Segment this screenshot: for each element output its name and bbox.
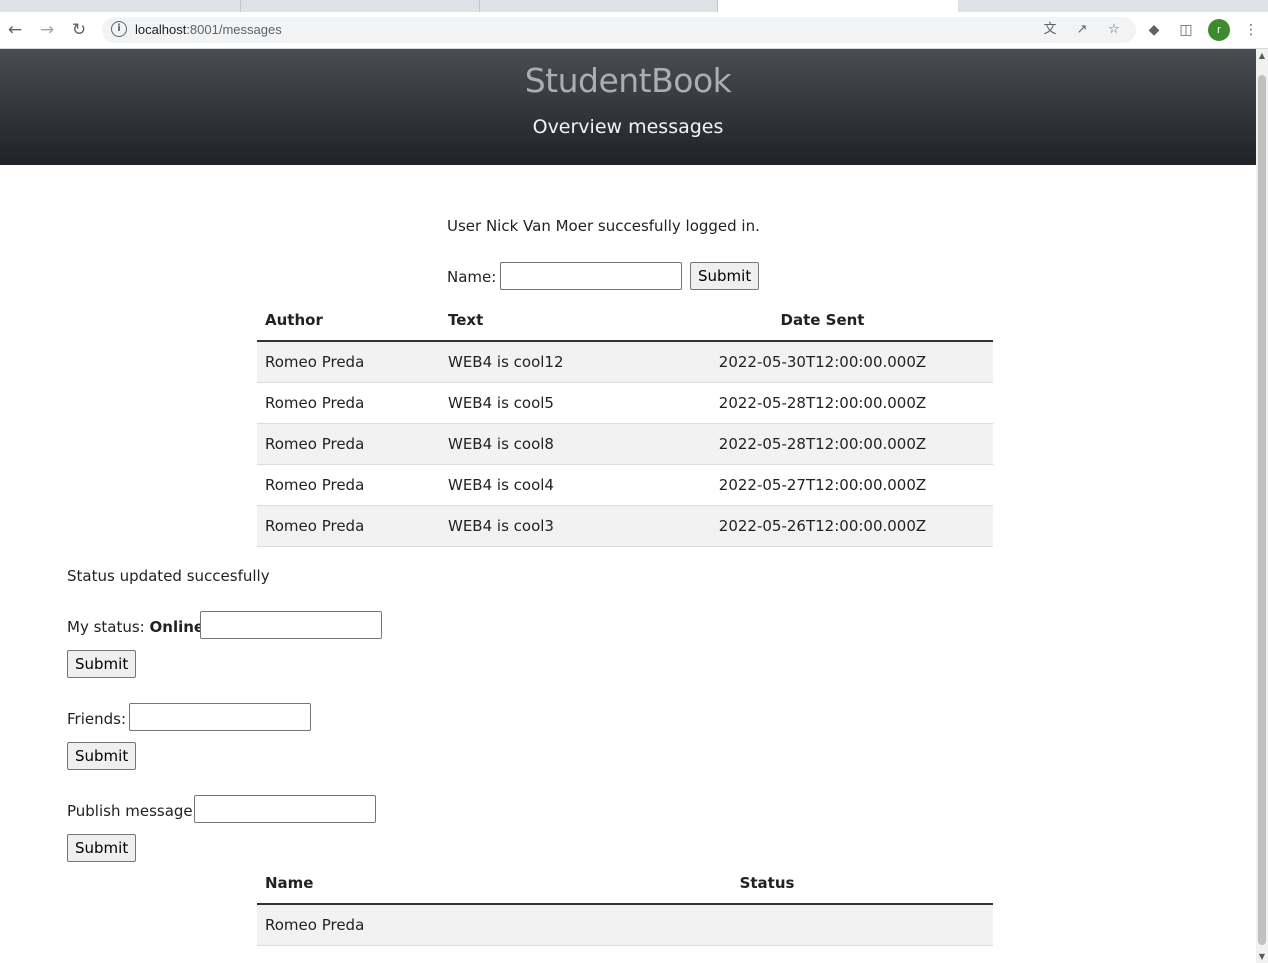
cell-text: WEB4 is cool3 bbox=[440, 505, 652, 547]
site-title: StudentBook bbox=[524, 61, 732, 100]
column-header-text: Text bbox=[440, 300, 652, 342]
info-icon[interactable]: i bbox=[111, 21, 127, 37]
friends-label: Friends: bbox=[67, 710, 126, 728]
login-message: User Nick Van Moer succesfully logged in… bbox=[447, 217, 760, 235]
cell-date: 2022-05-30T12:00:00.000Z bbox=[652, 341, 993, 383]
browser-tab[interactable] bbox=[0, 0, 241, 12]
reload-icon[interactable]: ↻ bbox=[67, 18, 91, 42]
friends-input[interactable] bbox=[129, 703, 311, 731]
table-row: Romeo Preda WEB4 is cool3 2022-05-26T12:… bbox=[257, 505, 993, 547]
browser-tab[interactable] bbox=[959, 0, 1268, 12]
status-label-group: My status: Online bbox=[67, 618, 204, 636]
name-input[interactable] bbox=[500, 262, 682, 290]
cell-date: 2022-05-26T12:00:00.000Z bbox=[652, 505, 993, 547]
scroll-thumb[interactable] bbox=[1258, 75, 1266, 945]
url-host: localhost bbox=[135, 22, 187, 37]
publish-submit-button[interactable]: Submit bbox=[67, 834, 137, 862]
url-text[interactable]: localhost:8001/messages bbox=[135, 22, 282, 37]
cell-text: WEB4 is cool5 bbox=[440, 382, 652, 424]
browser-tab[interactable] bbox=[241, 0, 480, 12]
cell-date: 2022-05-27T12:00:00.000Z bbox=[652, 464, 993, 506]
cell-author: Romeo Preda bbox=[257, 464, 440, 506]
name-label: Name: bbox=[447, 268, 497, 286]
cell-author: Romeo Preda bbox=[257, 423, 440, 465]
status-input[interactable] bbox=[200, 611, 382, 639]
back-arrow-icon[interactable]: ← bbox=[3, 18, 27, 42]
page-scrollbar[interactable]: ▲ ▼ bbox=[1256, 49, 1268, 963]
cell-author: Romeo Preda bbox=[257, 505, 440, 547]
page-content: StudentBook Overview messages User Nick … bbox=[0, 49, 1256, 963]
cell-author: Romeo Preda bbox=[257, 382, 440, 424]
browser-tab[interactable] bbox=[480, 0, 718, 12]
table-row: Romeo Preda WEB4 is cool4 2022-05-27T12:… bbox=[257, 464, 993, 506]
cell-name: Romeo Preda bbox=[257, 904, 653, 946]
table-row: Romeo Preda WEB4 is cool8 2022-05-28T12:… bbox=[257, 423, 993, 465]
share-icon[interactable]: ↗ bbox=[1074, 22, 1090, 38]
status-submit-button[interactable]: Submit bbox=[67, 650, 137, 678]
cell-text: WEB4 is cool12 bbox=[440, 341, 652, 383]
column-header-name: Name bbox=[257, 863, 653, 905]
column-header-status: Status bbox=[653, 863, 993, 905]
publish-label: Publish message: bbox=[67, 802, 198, 820]
address-bar[interactable]: i localhost:8001/messages 文 ↗ ☆ bbox=[102, 17, 1136, 43]
current-status-value: Online bbox=[149, 618, 205, 636]
site-header: StudentBook Overview messages bbox=[0, 49, 1256, 165]
friends-submit-button[interactable]: Submit bbox=[67, 742, 137, 770]
side-panel-icon[interactable]: ◫ bbox=[1177, 21, 1195, 39]
scroll-up-arrow-icon[interactable]: ▲ bbox=[1256, 51, 1268, 60]
cell-author: Romeo Preda bbox=[257, 341, 440, 383]
table-row: Romeo Preda WEB4 is cool12 2022-05-30T12… bbox=[257, 341, 993, 383]
page-subtitle: Overview messages bbox=[532, 116, 724, 138]
table-header-row: Author Text Date Sent bbox=[257, 300, 993, 342]
table-row: Romeo Preda WEB4 is cool5 2022-05-28T12:… bbox=[257, 382, 993, 424]
column-header-date-sent: Date Sent bbox=[652, 300, 993, 342]
url-path: :8001/messages bbox=[186, 22, 282, 37]
star-icon[interactable]: ☆ bbox=[1106, 22, 1122, 38]
status-label: My status: bbox=[67, 618, 145, 636]
cell-date: 2022-05-28T12:00:00.000Z bbox=[652, 382, 993, 424]
scroll-down-arrow-icon[interactable]: ▼ bbox=[1256, 952, 1268, 961]
table-header-row: Name Status bbox=[257, 863, 993, 905]
table-row: Romeo Preda bbox=[257, 904, 993, 946]
column-header-author: Author bbox=[257, 300, 440, 342]
translate-icon[interactable]: 文 bbox=[1042, 22, 1058, 38]
publish-message-input[interactable] bbox=[194, 795, 376, 823]
extensions-icon[interactable]: ◆ bbox=[1145, 21, 1163, 39]
status-message: Status updated succesfully bbox=[67, 567, 270, 585]
cell-date: 2022-05-28T12:00:00.000Z bbox=[652, 423, 993, 465]
friends-table: Name Status Romeo Preda bbox=[257, 863, 993, 946]
messages-table: Author Text Date Sent Romeo Preda WEB4 i… bbox=[257, 300, 993, 547]
browser-toolbar: ← → ↻ i localhost:8001/messages 文 ↗ ☆ ◆ … bbox=[0, 12, 1268, 49]
browser-tab-active[interactable] bbox=[718, 0, 958, 12]
profile-avatar[interactable]: r bbox=[1208, 19, 1230, 41]
cell-status bbox=[653, 904, 993, 946]
forward-arrow-icon[interactable]: → bbox=[35, 18, 59, 42]
name-submit-button[interactable]: Submit bbox=[690, 262, 760, 290]
menu-icon[interactable]: ⋮ bbox=[1242, 21, 1260, 39]
tab-strip bbox=[0, 0, 1268, 12]
cell-text: WEB4 is cool4 bbox=[440, 464, 652, 506]
cell-text: WEB4 is cool8 bbox=[440, 423, 652, 465]
